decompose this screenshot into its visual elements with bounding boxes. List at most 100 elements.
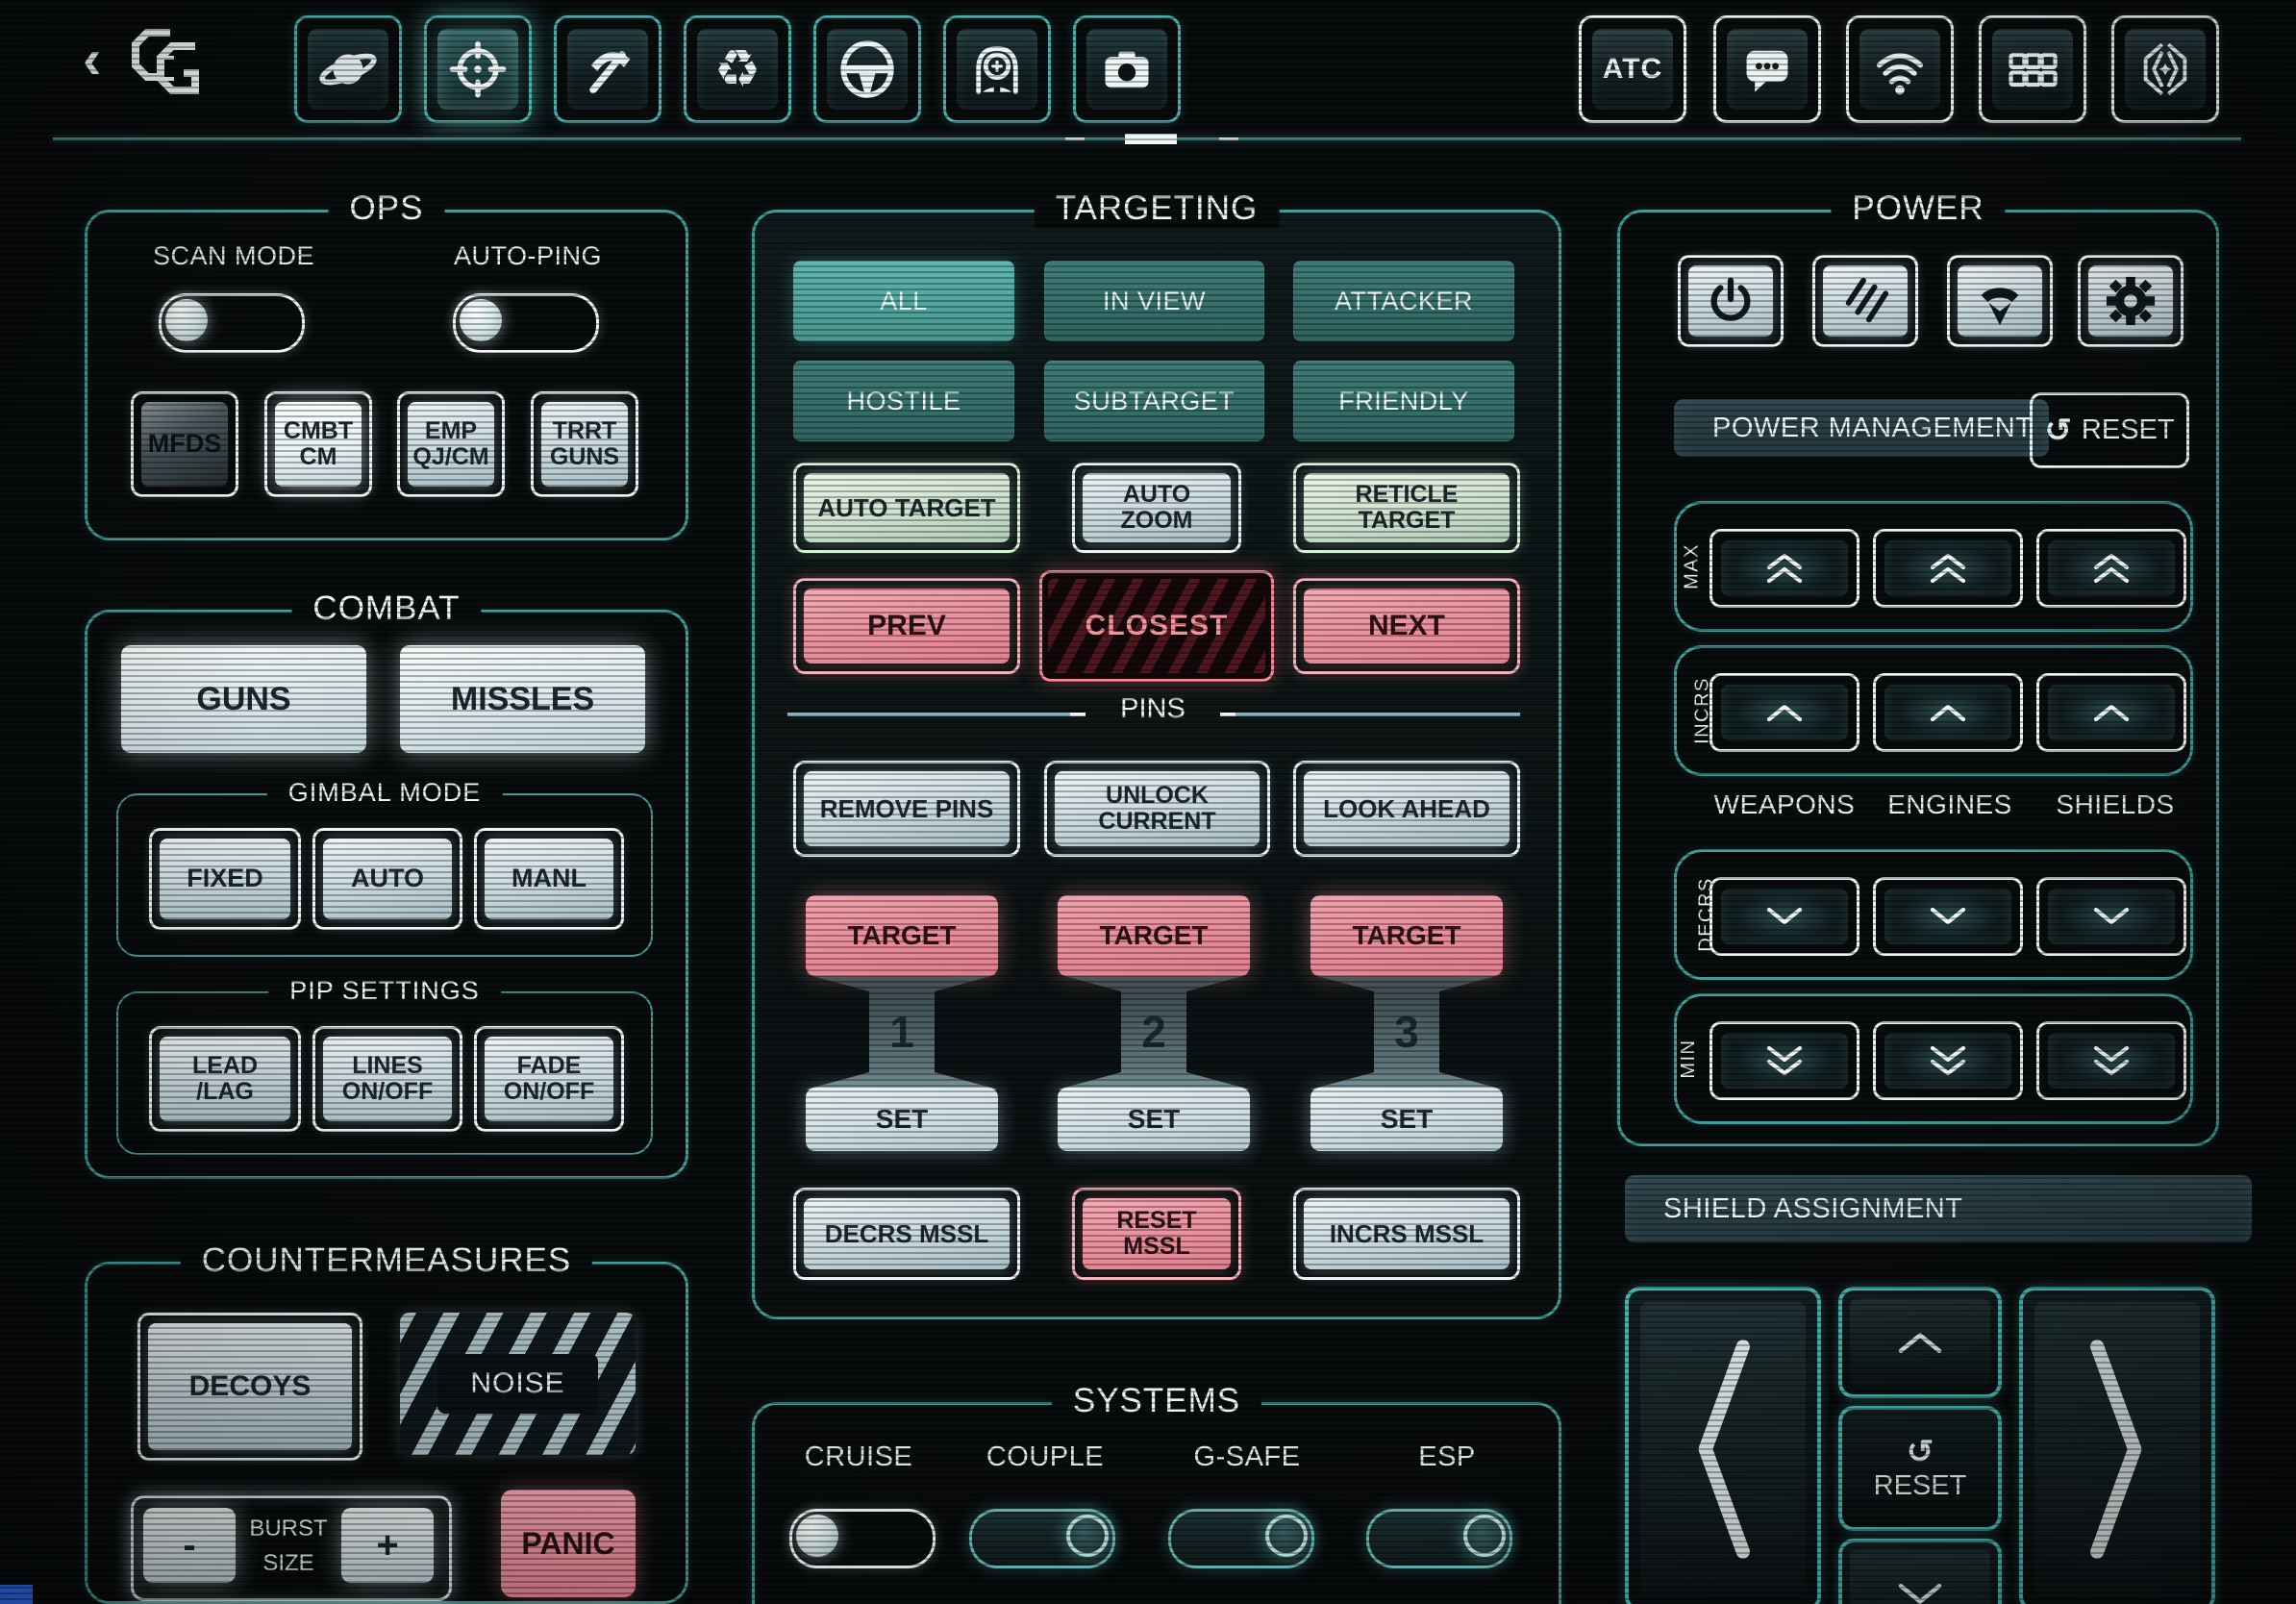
shield-up-button[interactable] bbox=[1838, 1287, 2002, 1398]
shields-power-button[interactable] bbox=[2078, 255, 2184, 347]
tab-medical[interactable] bbox=[943, 15, 1051, 123]
decoys-button[interactable]: DECOYS bbox=[137, 1313, 362, 1461]
weapons-max-button[interactable] bbox=[1710, 529, 1859, 608]
auto-target-button[interactable]: AUTO TARGET bbox=[793, 463, 1020, 553]
double-chevron-up-icon bbox=[1721, 540, 1848, 596]
engines-decrs-button[interactable] bbox=[1873, 877, 2023, 956]
tab-targeting[interactable] bbox=[424, 15, 532, 123]
tab-driving[interactable] bbox=[813, 15, 921, 123]
filter-hostile-button[interactable]: HOSTILE bbox=[793, 361, 1014, 441]
back-chevron-icon[interactable]: ‹ bbox=[83, 32, 101, 88]
chat-bubble-icon bbox=[1727, 29, 1808, 110]
scan-mode-toggle[interactable] bbox=[159, 293, 305, 353]
trrt-guns-button[interactable]: TRRTGUNS bbox=[531, 391, 638, 497]
tab-salvage[interactable]: ♻ bbox=[684, 15, 791, 123]
cmbt-cm-button[interactable]: CMBTCM bbox=[264, 391, 372, 497]
tab-atc[interactable]: ATC bbox=[1579, 15, 1686, 123]
emp-qjcm-button[interactable]: EMPQJ/CM bbox=[397, 391, 505, 497]
weapons-min-button[interactable] bbox=[1710, 1021, 1859, 1100]
gimbal-mode-title: GIMBAL MODE bbox=[267, 778, 503, 808]
filter-attacker-button[interactable]: ATTACKER bbox=[1293, 261, 1514, 341]
engines-incrs-button[interactable] bbox=[1873, 673, 2023, 752]
pin-3-set-button[interactable]: SET bbox=[1310, 1088, 1503, 1151]
tab-chat[interactable] bbox=[1713, 15, 1821, 123]
engines-power-button[interactable] bbox=[1947, 255, 2053, 347]
gimbal-manl-button[interactable]: MANL bbox=[474, 828, 624, 930]
auto-ping-toggle[interactable] bbox=[453, 293, 599, 353]
systems-title: SYSTEMS bbox=[1052, 1382, 1261, 1420]
missles-button[interactable]: MISSLES bbox=[400, 645, 645, 753]
weapons-incrs-button[interactable] bbox=[1710, 673, 1859, 752]
weapons-decrs-button[interactable] bbox=[1710, 877, 1859, 956]
pin-2-set-button[interactable]: SET bbox=[1058, 1088, 1250, 1151]
tab-org-emblem[interactable] bbox=[2111, 15, 2219, 123]
decrs-mssl-button[interactable]: DECRS MSSL bbox=[793, 1188, 1020, 1280]
shields-incrs-button[interactable] bbox=[2036, 673, 2186, 752]
shield-reset-button[interactable]: ↺ RESET bbox=[1838, 1406, 2002, 1531]
filter-all-button[interactable]: ALL bbox=[793, 261, 1014, 341]
burst-size-decrease-button[interactable]: - bbox=[143, 1508, 236, 1583]
shields-max-button[interactable] bbox=[2036, 529, 2186, 608]
panel-countermeasures: COUNTERMEASURES DECOYS NOISE - BURSTSIZE… bbox=[85, 1262, 688, 1604]
tab-apps-grid[interactable] bbox=[1979, 15, 2086, 123]
pin-3-target-button[interactable]: TARGET bbox=[1310, 895, 1503, 976]
panic-button[interactable]: PANIC bbox=[501, 1490, 636, 1597]
gsafe-toggle[interactable] bbox=[1168, 1509, 1314, 1568]
lines-onoff-button[interactable]: LINESON/OFF bbox=[312, 1026, 462, 1132]
power-management-label: POWER MANAGEMENT bbox=[1674, 399, 2049, 457]
shields-decrs-button[interactable] bbox=[2036, 877, 2186, 956]
undo-icon: ↺ bbox=[1907, 1436, 1934, 1468]
power-toggle-button[interactable] bbox=[1678, 255, 1784, 347]
shield-left-button[interactable] bbox=[1625, 1287, 1821, 1604]
auto-zoom-button[interactable]: AUTOZOOM bbox=[1072, 463, 1241, 553]
tab-camera[interactable] bbox=[1073, 15, 1181, 123]
incrs-mssl-button[interactable]: INCRS MSSL bbox=[1293, 1188, 1520, 1280]
double-chevron-down-icon bbox=[1884, 1033, 2011, 1089]
pin-2-number: 2 bbox=[1058, 974, 1250, 1090]
lead-lag-button[interactable]: LEAD/LAG bbox=[149, 1026, 301, 1132]
pin-2-widget: TARGET 2 SET bbox=[1058, 895, 1250, 1151]
guns-button[interactable]: GUNS bbox=[121, 645, 366, 753]
app-logo[interactable]: ‹ bbox=[83, 25, 226, 100]
tab-planet[interactable] bbox=[294, 15, 402, 123]
pin-3-widget: TARGET 3 SET bbox=[1310, 895, 1503, 1151]
couple-toggle[interactable] bbox=[969, 1509, 1115, 1568]
pin-2-target-button[interactable]: TARGET bbox=[1058, 895, 1250, 976]
filter-friendly-button[interactable]: FRIENDLY bbox=[1293, 361, 1514, 441]
closest-target-button[interactable]: CLOSEST bbox=[1039, 570, 1274, 682]
unlock-current-button[interactable]: UNLOCKCURRENT bbox=[1044, 761, 1270, 857]
look-ahead-button[interactable]: LOOK AHEAD bbox=[1293, 761, 1520, 857]
fade-onoff-button[interactable]: FADEON/OFF bbox=[474, 1026, 624, 1132]
mfds-button[interactable]: MFDS bbox=[131, 391, 238, 497]
tab-mining[interactable] bbox=[554, 15, 661, 123]
engines-min-button[interactable] bbox=[1873, 1021, 2023, 1100]
engines-max-button[interactable] bbox=[1873, 529, 2023, 608]
shields-min-button[interactable] bbox=[2036, 1021, 2186, 1100]
reset-mssl-button[interactable]: RESETMSSL bbox=[1072, 1188, 1241, 1280]
shield-down-button[interactable] bbox=[1838, 1539, 2002, 1604]
cruise-toggle[interactable] bbox=[789, 1509, 936, 1568]
pin-1-number: 1 bbox=[806, 974, 998, 1090]
gimbal-auto-button[interactable]: AUTO bbox=[312, 828, 462, 930]
remove-pins-button[interactable]: REMOVE PINS bbox=[793, 761, 1020, 857]
pin-1-target-button[interactable]: TARGET bbox=[806, 895, 998, 976]
undo-icon: ↺ bbox=[2044, 414, 2072, 447]
weapons-power-button[interactable] bbox=[1812, 255, 1918, 347]
pin-1-set-button[interactable]: SET bbox=[806, 1088, 998, 1151]
power-reset-button[interactable]: ↺ RESET bbox=[2030, 392, 2189, 468]
steering-wheel-icon bbox=[827, 29, 908, 110]
gimbal-fixed-button[interactable]: FIXED bbox=[149, 828, 301, 930]
noise-button[interactable]: NOISE bbox=[400, 1313, 636, 1455]
shield-right-button[interactable] bbox=[2019, 1287, 2215, 1604]
filter-in-view-button[interactable]: IN VIEW bbox=[1044, 261, 1264, 341]
burst-size-increase-button[interactable]: + bbox=[341, 1508, 434, 1583]
next-target-button[interactable]: NEXT bbox=[1293, 578, 1520, 674]
slashes-icon bbox=[1823, 265, 1908, 337]
reticle-target-button[interactable]: RETICLETARGET bbox=[1293, 463, 1520, 553]
filter-subtarget-button[interactable]: SUBTARGET bbox=[1044, 361, 1264, 441]
tab-wifi[interactable] bbox=[1846, 15, 1954, 123]
ops-title: OPS bbox=[329, 189, 445, 228]
pin-1-widget: TARGET 1 SET bbox=[806, 895, 998, 1151]
prev-target-button[interactable]: PREV bbox=[793, 578, 1020, 674]
esp-toggle[interactable] bbox=[1366, 1509, 1512, 1568]
